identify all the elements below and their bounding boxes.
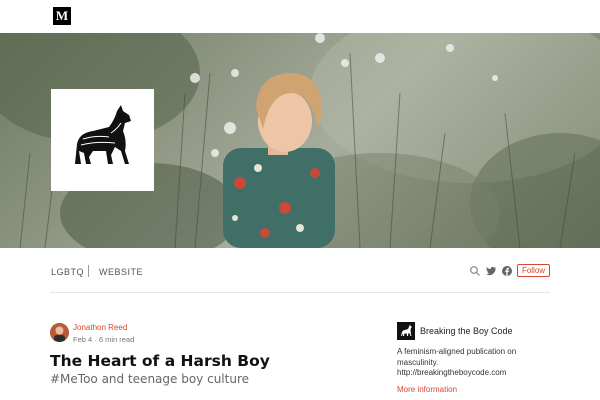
article-subtitle: #MeToo and teenage boy culture <box>50 372 249 386</box>
twitter-icon[interactable] <box>485 265 497 277</box>
author-avatar[interactable] <box>50 323 69 342</box>
hero-image <box>0 33 600 248</box>
publication-nav: LGBTQ WEBSITE Follow <box>0 248 600 294</box>
nav-website[interactable]: WEBSITE <box>99 267 143 277</box>
article-meta: Feb 4 · 6 min read <box>73 335 135 344</box>
sidebar-publication-name[interactable]: Breaking the Boy Code <box>420 326 513 336</box>
article-title[interactable]: The Heart of a Harsh Boy <box>50 352 270 370</box>
author-avatar-image <box>50 323 69 342</box>
boy-figure <box>223 73 335 248</box>
nav-divider-line <box>50 292 550 293</box>
facebook-icon[interactable] <box>501 265 513 277</box>
nav-lgbtq[interactable]: LGBTQ <box>51 267 84 277</box>
author-name-link[interactable]: Jonathon Reed <box>73 323 127 332</box>
more-information-link[interactable]: More information <box>397 385 457 394</box>
howling-wolf-icon <box>401 324 412 336</box>
medium-logo[interactable]: M <box>53 7 71 25</box>
search-icon[interactable] <box>469 265 481 277</box>
publication-logo[interactable] <box>51 89 154 191</box>
sidebar-publication-logo[interactable] <box>397 322 415 340</box>
howling-wolf-icon <box>75 105 131 164</box>
follow-button[interactable]: Follow <box>517 264 550 277</box>
sidebar-publication-description: A feminism-aligned publication on mascul… <box>397 347 517 377</box>
nav-divider <box>88 265 89 277</box>
top-bar: M <box>0 0 600 33</box>
